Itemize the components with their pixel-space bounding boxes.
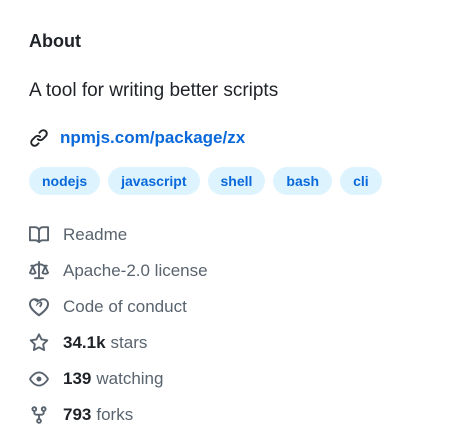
star-icon — [29, 333, 49, 353]
readme-link[interactable]: Readme — [29, 217, 449, 253]
repo-description: A tool for writing better scripts — [29, 80, 279, 101]
forks-label: forks — [96, 405, 134, 424]
topic-tag-shell[interactable]: shell — [207, 167, 266, 195]
stars-label: stars — [110, 333, 148, 352]
repo-meta-list: Readme Apache-2.0 license Code of conduc… — [29, 217, 449, 433]
about-panel: About A tool for writing better scripts … — [29, 28, 449, 433]
license-label: Apache-2.0 license — [63, 261, 208, 280]
license-link[interactable]: Apache-2.0 license — [29, 253, 449, 289]
forks-count: 793 — [63, 405, 92, 424]
repo-forked-icon — [29, 405, 49, 425]
watching-count: 139 — [63, 369, 92, 388]
stars-link[interactable]: 34.1k stars — [29, 325, 449, 361]
code-of-conduct-link[interactable]: Code of conduct — [29, 289, 449, 325]
topic-tag-bash[interactable]: bash — [273, 167, 333, 195]
topic-tag-cli[interactable]: cli — [340, 167, 382, 195]
topic-tag-nodejs[interactable]: nodejs — [29, 167, 101, 195]
homepage-link-row[interactable]: npmjs.com/package/zx — [29, 125, 449, 151]
watching-label: watching — [96, 369, 164, 388]
code-of-conduct-label: Code of conduct — [63, 297, 187, 316]
eye-icon — [29, 369, 49, 389]
code-of-conduct-icon — [29, 297, 49, 317]
stars-count: 34.1k — [63, 333, 106, 352]
homepage-link[interactable]: npmjs.com/package/zx — [60, 128, 245, 148]
forks-link[interactable]: 793 forks — [29, 397, 449, 433]
law-icon — [29, 261, 49, 281]
link-icon — [29, 128, 49, 148]
watching-link[interactable]: 139 watching — [29, 361, 449, 397]
readme-label: Readme — [63, 225, 128, 244]
book-icon — [29, 225, 49, 245]
about-heading: About — [29, 31, 81, 51]
topics-list: nodejs javascript shell bash cli — [29, 167, 449, 195]
topic-tag-javascript[interactable]: javascript — [108, 167, 200, 195]
